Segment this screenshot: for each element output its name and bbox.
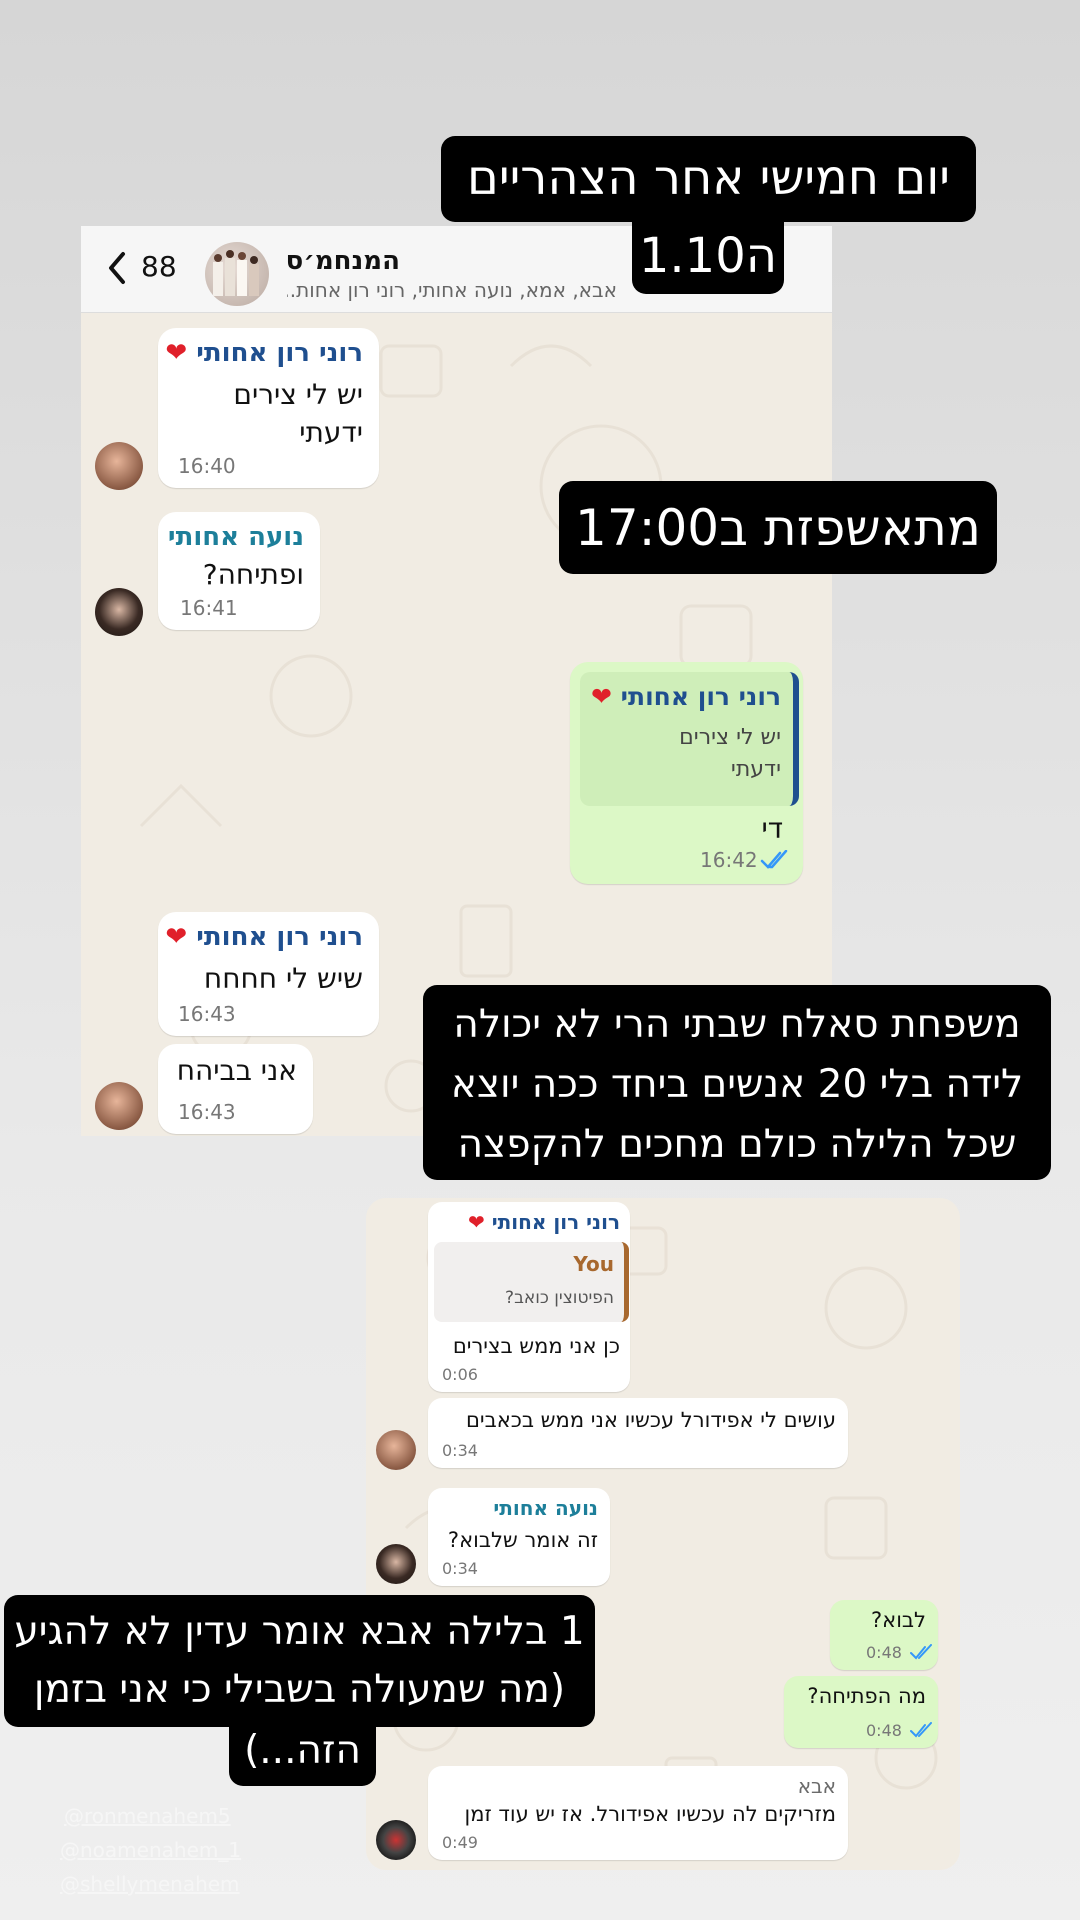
message-time: 16:41 (180, 596, 238, 620)
message-bubble-outgoing[interactable]: מה הפתיחה? 0:48 (784, 1676, 938, 1748)
message-time: 0:34 (442, 1559, 478, 1578)
sender-name: רוני רון אחותי (491, 1210, 620, 1234)
message-bubble-outgoing[interactable]: לבוא? 0:48 (830, 1600, 938, 1670)
message-text: די (761, 812, 783, 845)
quoted-sender-name: רוני רון אחותי (620, 682, 781, 711)
message-time: 0:49 (442, 1833, 478, 1852)
sender-name: אבא (797, 1774, 836, 1798)
sender-name: רוני רון אחותי (196, 922, 363, 952)
group-avatar[interactable] (205, 242, 269, 306)
double-check-read-icon (760, 850, 788, 869)
message-bubble[interactable]: רוני רון אחותי ❤ יש לי צירים ידעתי 16:40 (158, 328, 379, 488)
message-time: 16:43 (178, 1002, 236, 1026)
caption-text: (מה שמעולה בשבילי כי אני בזמן (33, 1667, 566, 1712)
group-name[interactable]: המנחמ׳ס (286, 246, 400, 276)
message-time: 0:48 (866, 1643, 902, 1662)
message-text: זה אומר שלבוא? (447, 1528, 598, 1552)
caption-text: 1 בלילה אבא אומר עדין לא להגיע (14, 1609, 585, 1654)
quoted-message[interactable]: You הפיטוצין כואב? (434, 1242, 629, 1322)
red-heart-icon: ❤ (467, 1210, 485, 1234)
quoted-text: הפיטוצין כואב? (505, 1288, 614, 1308)
message-time: 16:43 (178, 1100, 236, 1124)
message-bubble[interactable]: אבא מזריקים לה עכשיו אפידורל. אז יש עוד … (428, 1766, 848, 1860)
message-bubble[interactable]: אני בביהח 16:43 (158, 1044, 313, 1134)
caption-text: משפחת סאלח שבתי הרי לא יכולה (453, 1002, 1021, 1047)
caption-thursday: יום חמישי אחר הצהריים (441, 136, 976, 222)
caption-text: הזה...) (244, 1728, 361, 1773)
message-bubble[interactable]: עושים לי אפידורל עכשיו אני ממש בכאבים 0:… (428, 1398, 848, 1468)
message-text: מה הפתיחה? (807, 1684, 926, 1708)
message-text: ופתיחה? (202, 558, 304, 591)
red-heart-icon: ❤ (165, 338, 188, 368)
message-bubble[interactable]: נועה אחותי ופתיחה? 16:41 (158, 512, 320, 630)
mention-handle[interactable]: @shellymenahem (60, 1872, 240, 1896)
red-heart-icon: ❤ (165, 922, 188, 952)
sender-avatar[interactable] (376, 1544, 416, 1584)
quoted-text: ידעתי (730, 757, 781, 782)
message-time: 0:48 (866, 1721, 902, 1740)
caption-family: משפחת סאלח שבתי הרי לא יכולה לידה בלי 20… (423, 985, 1051, 1180)
message-bubble[interactable]: נועה אחותי זה אומר שלבוא? 0:34 (428, 1488, 610, 1586)
message-text: שיש לי חחחח (203, 962, 363, 995)
sender-name: נועה אחותי (167, 522, 304, 552)
message-time: 0:34 (442, 1441, 478, 1460)
message-text: יש לי צירים (233, 378, 363, 411)
message-time: 0:06 (442, 1365, 478, 1384)
chat-screenshot-2: רוני רון אחותי ❤ You הפיטוצין כואב? כן א… (366, 1198, 960, 1870)
message-bubble[interactable]: רוני רון אחותי ❤ שיש לי חחחח 16:43 (158, 912, 379, 1036)
sender-avatar[interactable] (95, 442, 143, 490)
message-text: ידעתי (299, 416, 363, 449)
caption-text: יום חמישי אחר הצהריים (466, 150, 951, 206)
caption-text: לידה בלי 20 אנשים ביחד ככה יוצא (450, 1062, 1024, 1107)
caption-date: ה1.10 (632, 218, 784, 294)
sender-avatar[interactable] (95, 588, 143, 636)
sender-name: רוני רון אחותי (196, 338, 363, 368)
sender-avatar[interactable] (376, 1820, 416, 1860)
unread-count[interactable]: 88 (141, 250, 177, 283)
message-text: כן אני ממש בצירים (452, 1334, 620, 1358)
caption-text: ה1.10 (638, 228, 778, 284)
message-time: 16:40 (178, 454, 236, 478)
back-chevron-icon[interactable] (99, 248, 145, 288)
double-check-read-icon (910, 1644, 932, 1660)
message-text: לבוא? (871, 1608, 926, 1632)
caption-text: מתאשפזת ב17:00 (575, 499, 981, 557)
quoted-text: יש לי צירים (679, 725, 781, 750)
sender-name: נועה אחותי (493, 1496, 598, 1520)
caption-text: שכל הלילה כולם מחכים להקפצה (457, 1122, 1017, 1167)
caption-admitted: מתאשפזת ב17:00 (559, 481, 997, 574)
message-bubble-outgoing[interactable]: רוני רון אחותי ❤ יש לי צירים ידעתי די 16… (570, 662, 803, 884)
caption-1am-tail: הזה...) (229, 1722, 376, 1786)
message-text: עושים לי אפידורל עכשיו אני ממש בכאבים (465, 1408, 836, 1432)
message-text: אני בביהח (176, 1054, 297, 1087)
mention-handle[interactable]: @noamenahem_1 (60, 1838, 241, 1862)
sender-avatar[interactable] (95, 1082, 143, 1130)
message-bubble[interactable]: רוני רון אחותי ❤ You הפיטוצין כואב? כן א… (428, 1202, 630, 1392)
quoted-message[interactable]: רוני רון אחותי ❤ יש לי צירים ידעתי (580, 672, 799, 806)
mention-handle[interactable]: @ronmenahem5 (64, 1804, 231, 1828)
group-members[interactable]: אבא, אמא, נועה אחותי, רוני רון אחות... (287, 278, 617, 302)
message-text: מזריקים לה עכשיו אפידורל. אז יש עוד זמן (464, 1802, 836, 1826)
double-check-read-icon (910, 1722, 932, 1738)
red-heart-icon: ❤ (590, 682, 612, 711)
message-time: 16:42 (700, 848, 758, 872)
quoted-sender-name: You (573, 1252, 614, 1276)
sender-avatar[interactable] (376, 1430, 416, 1470)
caption-1am: 1 בלילה אבא אומר עדין לא להגיע (מה שמעול… (4, 1595, 595, 1727)
